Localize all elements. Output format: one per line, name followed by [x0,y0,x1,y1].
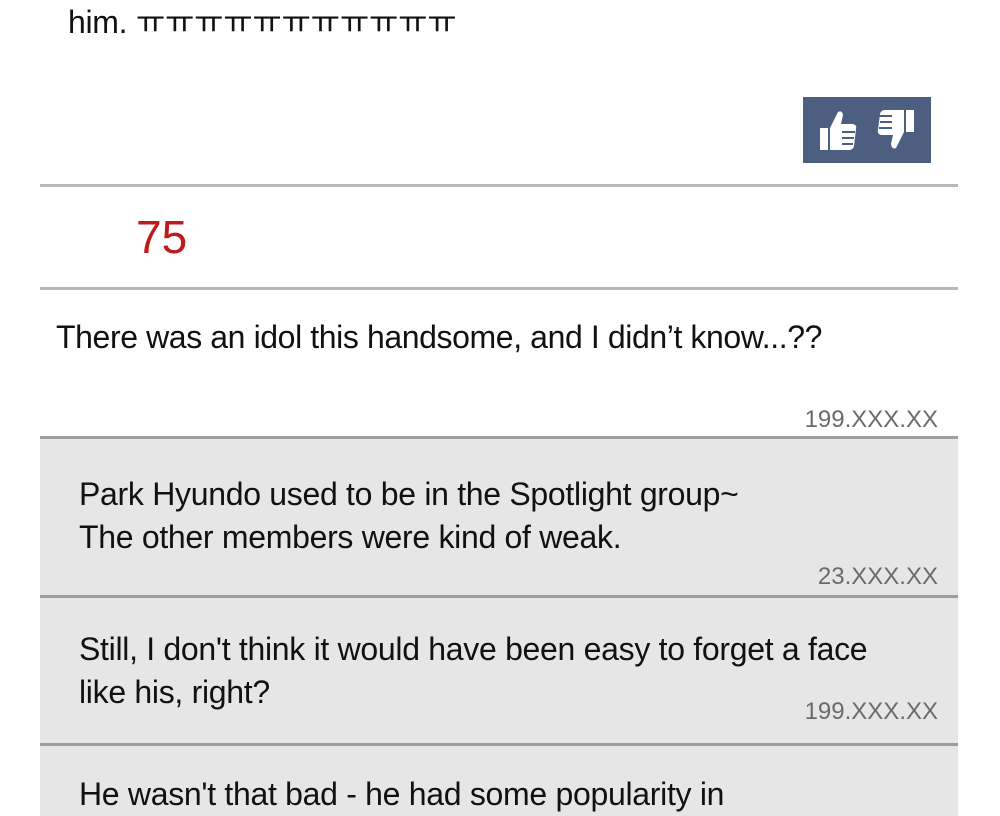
thumbs-down-icon [877,110,914,149]
comment-thread-page: him. ㅠㅠㅠㅠㅠㅠㅠㅠㅠㅠㅠ 75 There was an idol th… [0,0,1000,816]
divider [40,287,958,290]
comment-ip: 199.XXX.XX [804,406,938,433]
reply-text: Still, I don't think it would have been … [79,631,868,710]
reply-text: He wasn't that bad - he had some popular… [79,776,725,812]
thumbs-up-icon [820,111,857,150]
downvote-button[interactable] [871,102,921,158]
reply-ip: 23.XXX.XX [817,563,938,590]
previous-comment-text: him. ㅠㅠㅠㅠㅠㅠㅠㅠㅠㅠㅠ [68,4,457,40]
reply-text: Park Hyundo used to be in the Spotlight … [79,476,739,555]
comment-text: There was an idol this handsome, and I d… [56,319,823,355]
upvote-button[interactable] [813,102,863,158]
divider [40,184,958,187]
reply-ip: 199.XXX.XX [804,698,938,725]
reply-item: He wasn't that bad - he had some popular… [40,746,958,816]
vote-buttons [803,97,931,163]
reply-item: Park Hyundo used to be in the Spotlight … [40,439,958,595]
reply-item: Still, I don't think it would have been … [40,598,958,743]
comment-number: 75 [136,211,188,263]
